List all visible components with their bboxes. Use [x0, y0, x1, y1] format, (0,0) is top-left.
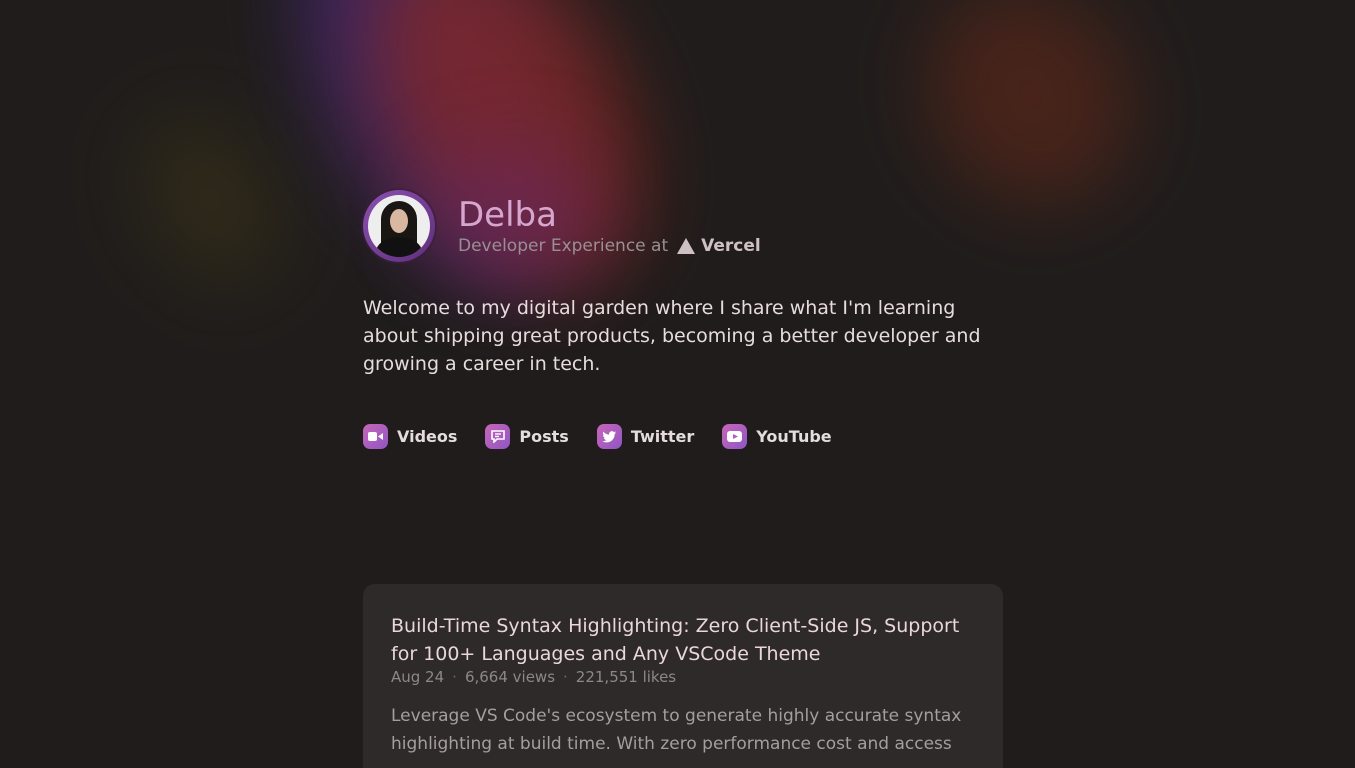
- post-date: Aug 24: [391, 668, 445, 686]
- link-label: Posts: [519, 427, 569, 446]
- profile-role: Developer Experience at Vercel: [458, 236, 761, 256]
- avatar-image: [368, 195, 430, 257]
- separator-dot: ·: [563, 668, 568, 686]
- link-posts[interactable]: Posts: [485, 424, 569, 449]
- post-description: Leverage VS Code's ecosystem to generate…: [391, 706, 962, 754]
- post-card[interactable]: Build-Time Syntax Highlighting: Zero Cli…: [363, 584, 1003, 768]
- post-likes: 221,551 likes: [575, 668, 677, 686]
- chat-icon: [485, 424, 511, 449]
- post-meta: Aug 24 · 6,664 views · 221,551 likes: [391, 668, 975, 686]
- link-twitter[interactable]: Twitter: [596, 424, 695, 449]
- background-glow-yellow: [113, 92, 307, 308]
- separator-dot: ·: [452, 668, 457, 686]
- post-views: 6,664 views: [464, 668, 556, 686]
- link-label: Twitter: [630, 427, 695, 446]
- link-label: Videos: [397, 427, 458, 446]
- link-label: YouTube: [756, 427, 832, 446]
- link-youtube[interactable]: YouTube: [722, 424, 832, 449]
- youtube-icon: [722, 424, 748, 449]
- identity: Delba Developer Experience at Vercel: [458, 196, 761, 256]
- page: Delba Developer Experience at Vercel Wel…: [0, 0, 1355, 768]
- post-title[interactable]: Build-Time Syntax Highlighting: Zero Cli…: [391, 612, 975, 668]
- profile-name: Delba: [458, 195, 557, 235]
- vercel-triangle-icon: [677, 238, 696, 254]
- link-videos[interactable]: Videos: [363, 424, 457, 449]
- role-prefix: Developer Experience at: [458, 236, 669, 256]
- video-icon: [363, 424, 388, 449]
- intro-text: Welcome to my digital garden where I sha…: [363, 297, 981, 375]
- company-link[interactable]: Vercel: [677, 236, 761, 256]
- twitter-icon: [596, 424, 622, 449]
- profile-header: Delba Developer Experience at Vercel: [363, 190, 1003, 262]
- company-name: Vercel: [701, 236, 761, 256]
- main-content: Delba Developer Experience at Vercel Wel…: [363, 190, 1003, 449]
- social-links: Videos Posts Twitter YouTube: [363, 424, 1003, 449]
- avatar: [363, 190, 435, 262]
